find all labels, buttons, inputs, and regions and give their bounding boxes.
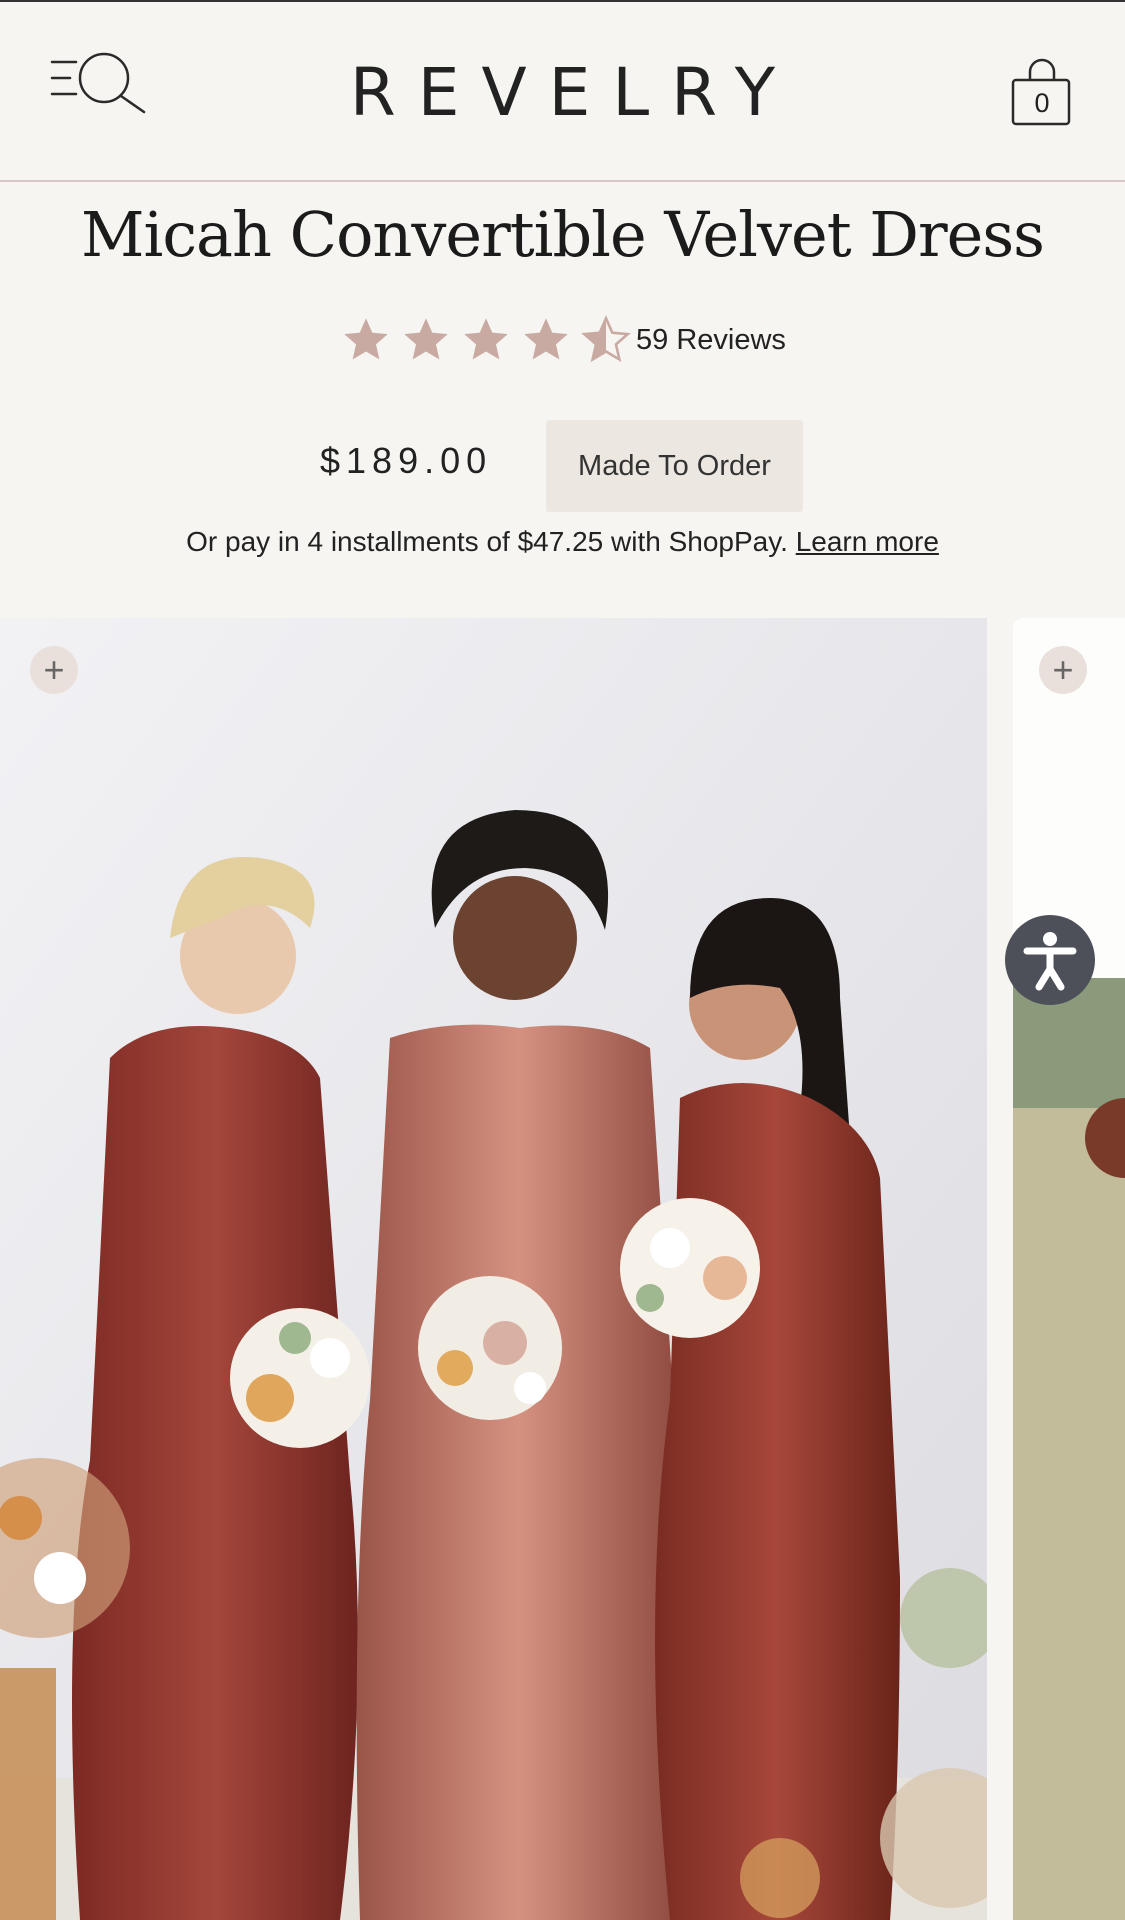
made-to-order-badge: Made To Order [546,420,803,512]
accessibility-button[interactable] [1005,915,1095,1005]
star-full-icon [344,318,388,360]
product-price: $189.00 [320,440,493,481]
brand-logo[interactable]: REVELRY [0,54,1125,131]
star-full-icon [464,318,508,360]
installments-text: Or pay in 4 installments of $47.25 with … [186,526,788,557]
product-photo-next[interactable]: + [1013,618,1125,1920]
star-full-icon [404,318,448,360]
product-title: Micah Convertible Velvet Dress [81,198,1045,271]
accessibility-icon [1023,932,1077,991]
site-header: REVELRY 0 [0,0,1125,182]
learn-more-link[interactable]: Learn more [796,526,939,557]
zoom-plus-icon[interactable]: + [1039,646,1087,694]
zoom-plus-icon[interactable]: + [30,646,78,694]
cart-count: 0 [1034,88,1050,118]
cart-button[interactable]: 0 [1010,58,1074,128]
bridesmaids-photo [0,618,987,1920]
installments-note: Or pay in 4 installments of $47.25 with … [0,526,1125,558]
field-photo [1013,618,1125,1920]
rating-stars[interactable]: 59 Reviews [340,314,786,366]
product-photo-main[interactable]: + [0,618,987,1920]
star-full-icon [524,318,568,360]
reviews-count-link[interactable]: 59 Reviews [636,324,786,357]
star-half-icon [581,315,631,363]
